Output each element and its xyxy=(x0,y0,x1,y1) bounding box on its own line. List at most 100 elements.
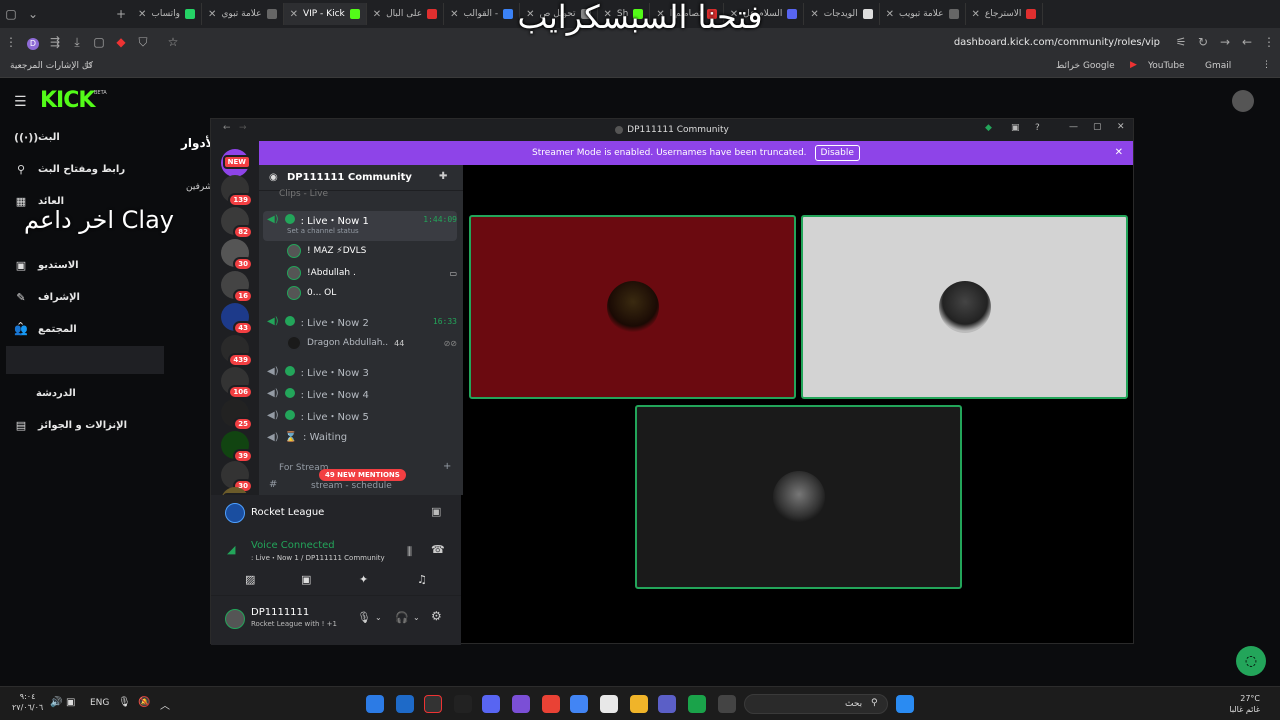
browser-tab[interactable]: ✕ القوالب - xyxy=(444,3,521,25)
browser-tab[interactable]: ✕ علامة تبوي xyxy=(202,3,284,25)
network-icon[interactable]: ▣ xyxy=(66,697,75,708)
server-icon[interactable]: NEW xyxy=(221,149,251,177)
close-tab-icon[interactable]: ✕ xyxy=(972,9,980,20)
back-arrow-icon[interactable]: ← xyxy=(223,123,231,133)
close-tab-icon[interactable]: ✕ xyxy=(730,9,738,20)
server-icon[interactable]: 43 xyxy=(221,303,253,335)
url-text[interactable]: dashboard.kick.com/community/roles/vip xyxy=(954,37,1160,48)
server-icon[interactable]: 106 xyxy=(221,367,253,399)
app-icon[interactable] xyxy=(396,695,414,713)
browser-tab[interactable]: ✕ تحويل ص xyxy=(520,3,598,25)
close-tab-icon[interactable]: ✕ xyxy=(810,9,818,20)
close-window-icon[interactable]: ✕ xyxy=(1117,122,1125,132)
back-icon[interactable]: ← xyxy=(1236,35,1258,49)
close-tab-icon[interactable]: ✕ xyxy=(373,9,381,20)
app-icon[interactable] xyxy=(454,695,472,713)
clips-channel[interactable]: Clips - Live xyxy=(279,189,328,199)
browser-tab[interactable]: ✕ علامة تبويب xyxy=(880,3,966,25)
help-icon[interactable]: ? xyxy=(1035,123,1040,133)
file-explorer-icon[interactable] xyxy=(630,695,648,713)
mic-tray-icon[interactable]: 🎙 xyxy=(118,697,131,708)
discord-taskbar-icon[interactable] xyxy=(482,695,500,713)
nav-stream-key[interactable]: ⚲ رابط ومفتاح البث xyxy=(14,156,164,182)
app-icon[interactable] xyxy=(600,695,618,713)
add-member-icon[interactable]: ✚ xyxy=(439,171,447,182)
create-channel-icon[interactable]: + xyxy=(443,461,451,472)
sidepanel-icon[interactable]: ▢ xyxy=(88,35,110,49)
server-header[interactable]: ◉ DP111111 Community ⌄ ✚ xyxy=(259,165,463,191)
system-clock[interactable]: ٩:٠٤ ٢٧/٠٦/٠٦ xyxy=(12,691,43,713)
chrome-icon[interactable] xyxy=(570,695,588,713)
voice-user[interactable]: 0... OL xyxy=(287,283,457,303)
voice-channel[interactable]: ◀): Live・Now 2 16:33 xyxy=(267,311,457,331)
activity-screen-icon[interactable]: ▣ xyxy=(431,505,441,518)
server-icon[interactable]: 30 xyxy=(221,239,253,271)
nav-drops[interactable]: ▤ الإنزالات و الجوائز xyxy=(14,412,164,438)
bookmark-star-icon[interactable]: ☆ xyxy=(162,35,184,49)
more-icon[interactable]: ⋮ xyxy=(1258,35,1280,49)
close-tab-icon[interactable]: ✕ xyxy=(886,9,894,20)
channel-status[interactable]: Set a channel status xyxy=(287,227,359,235)
browser-tab[interactable]: ✕ السلام عل xyxy=(724,3,805,25)
volume-icon[interactable]: 🔊 xyxy=(50,697,62,708)
screen-share-icon[interactable]: ▣ xyxy=(301,573,311,586)
task-view-icon[interactable] xyxy=(718,695,736,713)
inbox-icon[interactable]: ▣ xyxy=(1011,123,1020,133)
menu-icon[interactable]: ⋮ xyxy=(0,35,22,49)
close-tab-icon[interactable]: ✕ xyxy=(450,9,458,20)
server-icon[interactable]: 16 xyxy=(221,271,253,303)
nav-community[interactable]: 👥 المجتمع xyxy=(14,316,164,342)
teams-icon[interactable] xyxy=(658,695,676,713)
my-avatar[interactable] xyxy=(225,609,245,629)
video-tile-2[interactable] xyxy=(801,215,1128,399)
forward-icon[interactable]: → xyxy=(1214,35,1236,49)
server-icon[interactable]: 82 xyxy=(221,207,253,239)
banner-close-icon[interactable]: ✕ xyxy=(1115,147,1123,158)
partial-channel[interactable]: stream - schedule xyxy=(311,481,392,491)
avatar[interactable] xyxy=(1232,90,1254,112)
browser-tab[interactable]: ✕ تصاميم ا xyxy=(650,3,724,25)
browser-tab[interactable]: ✕ Sh xyxy=(598,3,651,25)
browser-tab[interactable]: ✕ الويدجات xyxy=(804,3,880,25)
mic-chevron-icon[interactable]: ⌄ xyxy=(375,613,382,622)
server-icon[interactable]: 30 xyxy=(221,461,253,493)
nitro-icon[interactable]: ◆ xyxy=(985,123,992,133)
chevron-down-icon[interactable]: ⌄ xyxy=(16,256,25,269)
voice-user[interactable]: ! MAZ ⚡DVLS xyxy=(287,241,457,261)
close-tab-icon[interactable]: ✕ xyxy=(208,9,216,20)
voice-user[interactable]: Dragon Abdullah.. 44 ⊘⊘ xyxy=(287,333,457,353)
activities-icon[interactable]: ✦ xyxy=(359,573,368,586)
my-username[interactable]: DP1111111 xyxy=(251,607,309,618)
voice-channel[interactable]: ◀): Live・Now 3 xyxy=(267,361,457,381)
server-icon[interactable]: 25 xyxy=(221,399,253,431)
voice-channel[interactable]: ◀) ⌛: Waiting xyxy=(267,427,457,447)
video-tile-1[interactable] xyxy=(469,215,796,399)
minimize-icon[interactable]: — xyxy=(1069,122,1078,132)
hamburger-menu-icon[interactable]: ☰ xyxy=(14,94,27,110)
profile-icon[interactable]: D xyxy=(22,35,44,50)
app-icon[interactable] xyxy=(424,695,442,713)
close-tab-icon[interactable]: ✕ xyxy=(290,9,298,20)
voice-user[interactable]: !Abdullah . ▭ xyxy=(287,263,457,283)
chrome-icon[interactable] xyxy=(542,695,560,713)
nav-moderation[interactable]: ✎ الإشراف xyxy=(14,284,164,310)
shield-icon[interactable]: ⛉ xyxy=(132,35,154,50)
nav-studio[interactable]: ▣ الاستديو xyxy=(14,252,164,278)
browser-tab[interactable]: ✕ على البال xyxy=(367,3,445,25)
search-box[interactable]: بحث ⚲ xyxy=(744,694,888,714)
app-icon[interactable] xyxy=(512,695,530,713)
close-tab-icon[interactable]: ✕ xyxy=(526,9,534,20)
tab-search-icon[interactable]: ⌄ xyxy=(22,7,44,21)
nav-chat[interactable]: الدردشة xyxy=(36,380,186,406)
video-tile-3[interactable] xyxy=(635,405,962,589)
browser-tab[interactable]: ✕ واتساب xyxy=(132,3,202,25)
app-icon[interactable] xyxy=(366,695,384,713)
nav-stream[interactable]: ((·)) البث xyxy=(14,124,164,150)
extensions-icon[interactable]: ⇶ xyxy=(44,35,66,49)
support-chat-icon[interactable]: ◌ xyxy=(1236,646,1266,676)
browser-tab[interactable]: ✕ VIP - Kick xyxy=(283,3,367,25)
headphones-icon[interactable]: 🎧 xyxy=(395,611,409,624)
maximize-icon[interactable]: ▢ xyxy=(1093,122,1102,132)
weather-widget[interactable]: 27°C غائم غالبا xyxy=(1214,693,1260,715)
new-tab-button[interactable]: + xyxy=(110,7,132,21)
